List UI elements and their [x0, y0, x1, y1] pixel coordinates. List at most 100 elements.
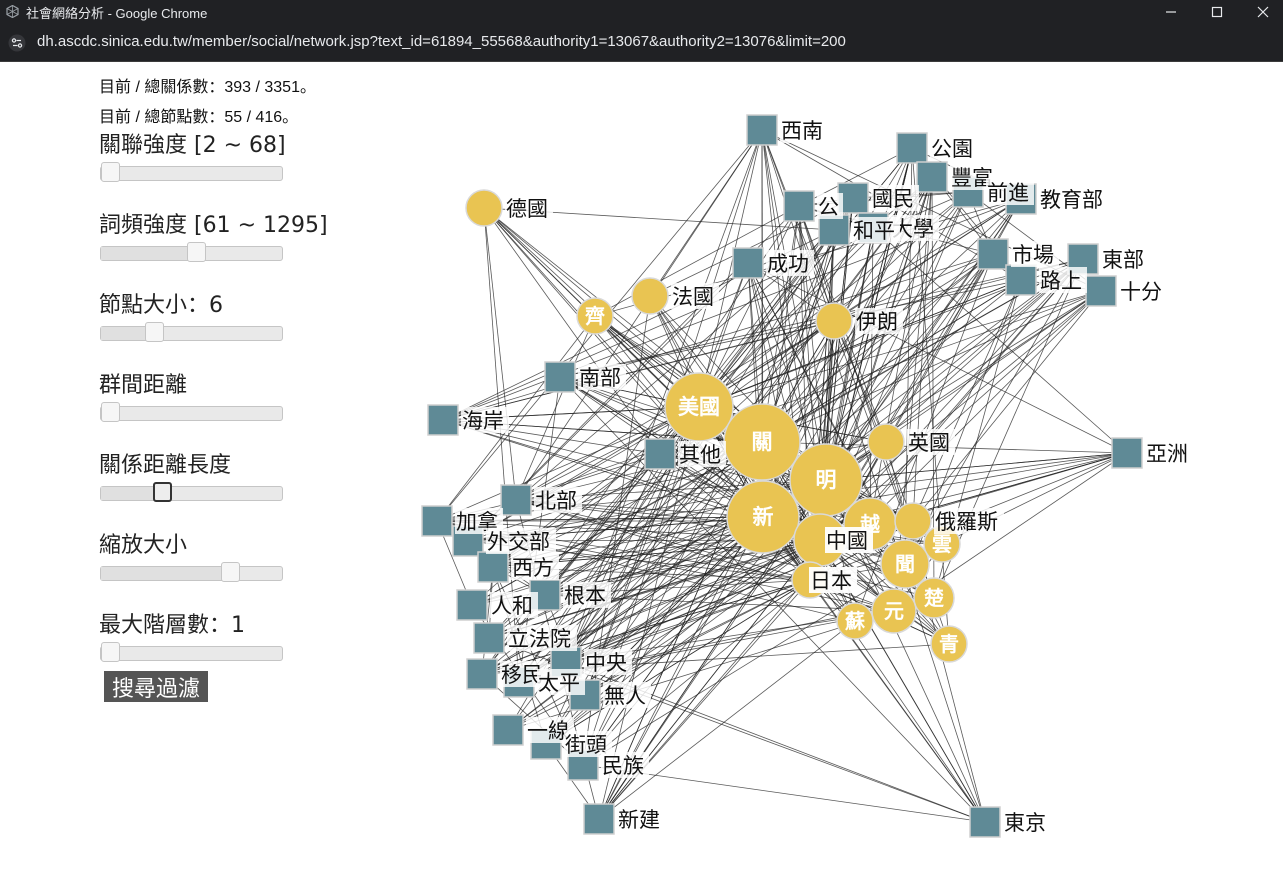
graph-node[interactable]	[1085, 275, 1117, 307]
graph-edge	[483, 207, 517, 501]
place-node-square[interactable]	[977, 238, 1009, 270]
address-bar[interactable]: dh.ascdc.sinica.edu.tw/member/social/net…	[0, 24, 1283, 62]
graph-node[interactable]	[746, 114, 778, 146]
node-label: 其他	[679, 443, 721, 467]
person-node-circle[interactable]	[631, 277, 669, 315]
node-label: 路上	[1040, 269, 1082, 293]
node-label: 新	[753, 505, 774, 529]
node-label: 聞	[895, 552, 915, 576]
node-label: 西方	[512, 556, 554, 580]
person-node-circle[interactable]	[815, 302, 853, 340]
graph-node[interactable]	[427, 404, 459, 436]
place-node-square[interactable]	[644, 438, 676, 470]
node-label: 關	[752, 430, 773, 454]
node-label: 雲	[932, 532, 952, 556]
node-label: 伊朗	[856, 310, 898, 334]
graph-node[interactable]	[1111, 437, 1143, 469]
person-node-circle[interactable]	[867, 423, 905, 461]
node-label: 國民	[872, 187, 914, 211]
place-node-square[interactable]	[456, 589, 488, 621]
node-label: 日本	[810, 569, 852, 593]
node-label: 法國	[672, 285, 714, 309]
graph-node[interactable]	[492, 714, 524, 746]
node-label: 成功	[767, 252, 809, 276]
graph-node[interactable]	[466, 658, 498, 690]
place-node-square[interactable]	[544, 361, 576, 393]
graph-node[interactable]	[500, 484, 532, 516]
node-label: 楚	[924, 586, 944, 610]
graph-node[interactable]	[894, 502, 932, 540]
place-node-square[interactable]	[427, 404, 459, 436]
browser-window: 社會網絡分析 - Google Chrome dh.ascdc.sinica.e…	[0, 0, 1283, 876]
place-node-square[interactable]	[583, 803, 615, 835]
minimize-icon	[1166, 11, 1176, 13]
maximize-icon	[1211, 6, 1223, 18]
window-title: 社會網絡分析 - Google Chrome	[26, 6, 208, 21]
node-label: 無人	[604, 684, 646, 708]
network-graph[interactable]: 西南公園豐富前進 教育部國民公大學和平成功 市場 東部路上 十分南部海岸其他 亞洲北部加拿…	[0, 62, 1283, 876]
place-node-square[interactable]	[896, 132, 928, 164]
node-label: 亞洲	[1146, 442, 1188, 466]
site-settings-icon[interactable]	[8, 34, 26, 52]
graph-nodes: 西南公園豐富前進 教育部國民公大學和平成功 市場 東部路上 十分南部海岸其他 亞洲北部加拿…	[421, 114, 1193, 838]
place-node-square[interactable]	[1005, 264, 1037, 296]
place-node-square[interactable]	[477, 551, 509, 583]
graph-node[interactable]	[969, 806, 1001, 838]
place-node-square[interactable]	[916, 161, 948, 193]
node-label: 英國	[908, 431, 950, 455]
node-label: 公	[818, 195, 839, 219]
place-node-square[interactable]	[500, 484, 532, 516]
graph-node[interactable]	[583, 803, 615, 835]
node-label: 北部	[535, 489, 577, 513]
graph-node[interactable]	[644, 438, 676, 470]
graph-node[interactable]	[421, 505, 453, 537]
graph-node[interactable]	[631, 277, 669, 315]
person-node-circle[interactable]	[465, 189, 503, 227]
node-label: 街頭	[565, 733, 607, 757]
node-label: 南部	[579, 366, 621, 390]
graph-node[interactable]	[896, 132, 928, 164]
place-node-square[interactable]	[732, 247, 764, 279]
graph-node[interactable]	[456, 589, 488, 621]
graph-node[interactable]	[977, 238, 1009, 270]
node-label: 東部	[1102, 248, 1144, 272]
url-text[interactable]: dh.ascdc.sinica.edu.tw/member/social/net…	[37, 33, 846, 50]
node-label: 西南	[781, 119, 823, 143]
place-node-square[interactable]	[466, 658, 498, 690]
graph-node[interactable]	[477, 551, 509, 583]
graph-node[interactable]	[1005, 264, 1037, 296]
maximize-button[interactable]	[1194, 0, 1240, 24]
graph-node[interactable]	[732, 247, 764, 279]
graph-node[interactable]	[818, 214, 850, 246]
place-node-square[interactable]	[746, 114, 778, 146]
graph-node[interactable]	[473, 622, 505, 654]
node-label: 俄羅斯	[935, 510, 998, 534]
close-icon	[1257, 6, 1269, 18]
node-label: 外交部	[487, 530, 550, 554]
place-node-square[interactable]	[818, 214, 850, 246]
minimize-button[interactable]	[1148, 0, 1194, 24]
place-node-square[interactable]	[492, 714, 524, 746]
node-label: 太平	[538, 671, 580, 695]
node-label: 青	[939, 632, 959, 656]
graph-node[interactable]	[465, 189, 503, 227]
place-node-square[interactable]	[783, 190, 815, 222]
node-label: 教育部	[1040, 188, 1103, 212]
graph-node[interactable]	[544, 361, 576, 393]
graph-node[interactable]	[815, 302, 853, 340]
place-node-square[interactable]	[1085, 275, 1117, 307]
close-button[interactable]	[1240, 0, 1283, 24]
person-node-circle[interactable]	[894, 502, 932, 540]
place-node-square[interactable]	[421, 505, 453, 537]
node-label: 移民	[501, 663, 543, 687]
graph-node[interactable]	[867, 423, 905, 461]
place-node-square[interactable]	[1111, 437, 1143, 469]
node-label: 元	[884, 599, 904, 623]
place-node-square[interactable]	[969, 806, 1001, 838]
place-node-square[interactable]	[473, 622, 505, 654]
node-label: 公園	[931, 137, 973, 161]
graph-node[interactable]	[783, 190, 815, 222]
title-bar: 社會網絡分析 - Google Chrome	[0, 0, 1283, 24]
graph-edge	[515, 315, 596, 501]
graph-node[interactable]	[916, 161, 948, 193]
